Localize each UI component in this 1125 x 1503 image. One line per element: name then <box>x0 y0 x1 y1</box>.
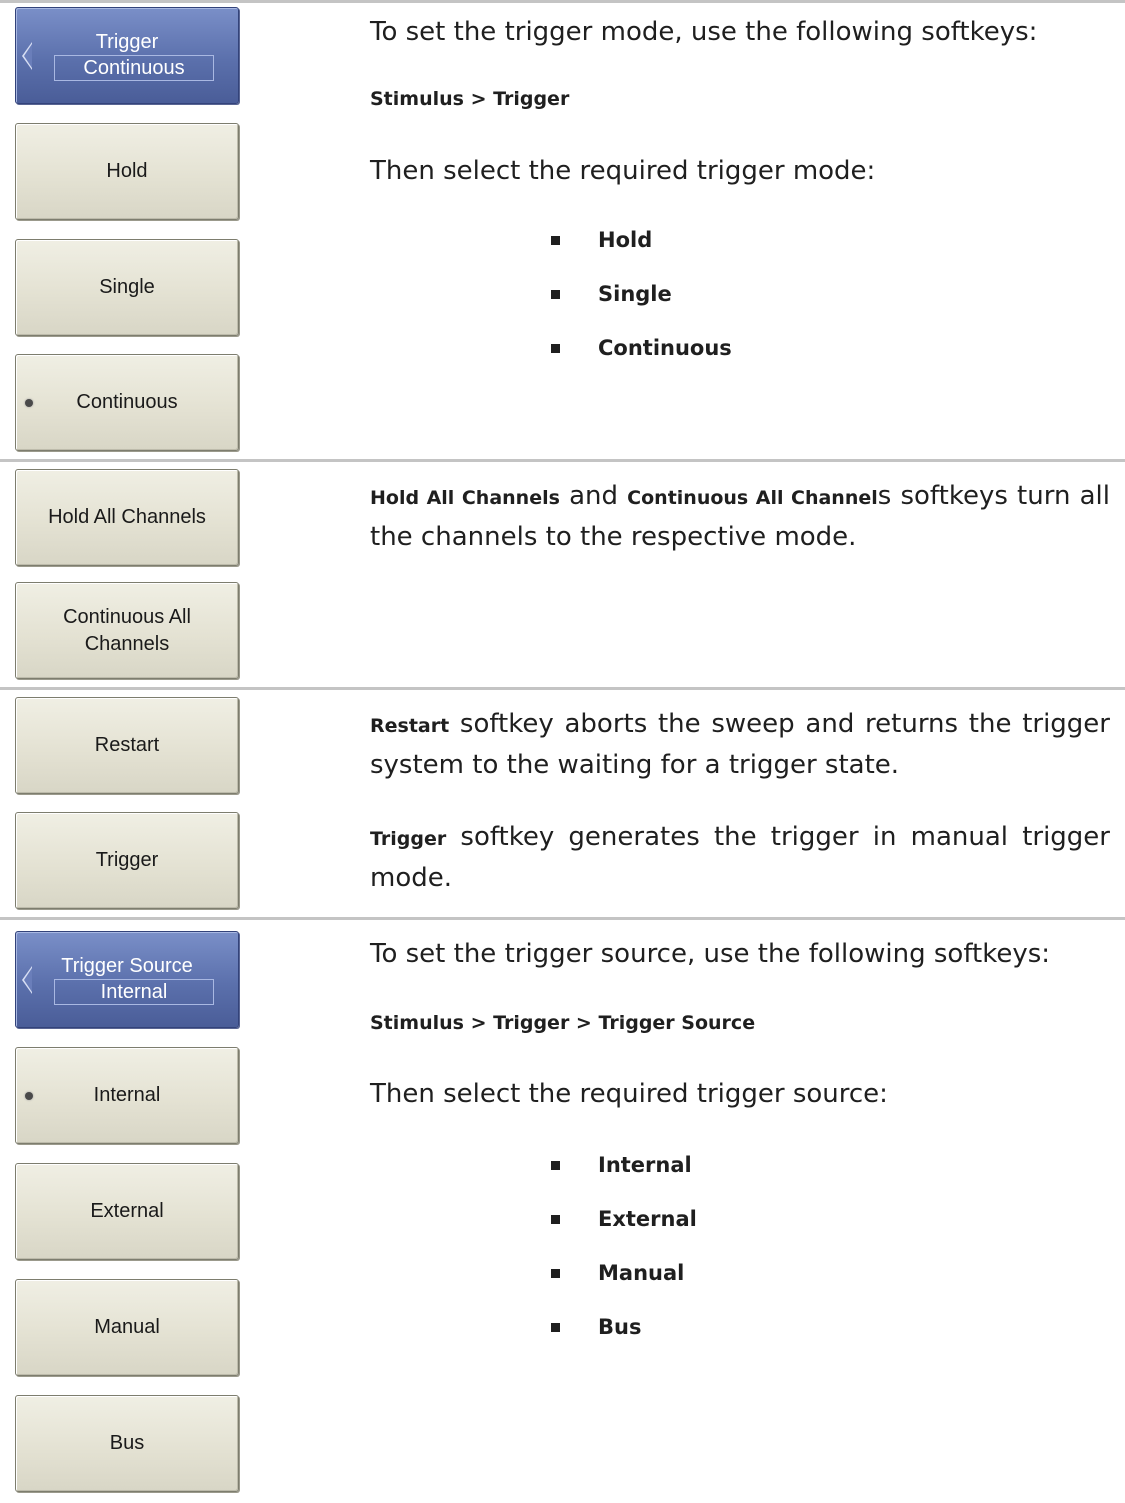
list-item: Bus <box>551 1315 641 1339</box>
manual-softkey[interactable]: Manual <box>15 1279 239 1376</box>
back-arrow-icon <box>22 41 32 70</box>
internal-softkey[interactable]: Internal <box>15 1047 239 1144</box>
softkey-label: Internal <box>93 1084 161 1106</box>
list-item: Manual <box>551 1261 684 1285</box>
section-divider <box>0 687 1125 690</box>
trigger-description: Trigger softkey generates the trigger in… <box>370 822 1110 893</box>
list-item: External <box>551 1207 697 1231</box>
list-item: Hold <box>551 228 652 252</box>
section-divider <box>0 917 1125 920</box>
trigger-mode-instruction: Then select the required trigger mode: <box>370 156 876 186</box>
trigger-source-intro: To set the trigger source, use the follo… <box>370 939 1051 969</box>
trigger-source-instruction: Then select the required trigger source: <box>370 1079 888 1109</box>
selected-dot-icon <box>25 398 33 407</box>
softkey-label: External <box>90 1200 164 1222</box>
bullet-icon <box>551 289 560 299</box>
all-channels-description: Hold All Channels and Continuous All Cha… <box>370 481 1110 552</box>
bullet-icon <box>551 235 560 245</box>
softkey-label: Single <box>99 276 155 298</box>
softkey-label: Restart <box>94 734 160 756</box>
bullet-icon <box>551 1214 560 1224</box>
softkey-label: Continuous All Channels <box>63 605 191 655</box>
softkey-label: Continuous <box>76 391 178 413</box>
section-divider <box>0 0 1125 3</box>
softkey-label: Manual <box>94 1316 160 1338</box>
trigger-header-softkey[interactable]: Trigger Continuous <box>15 7 239 104</box>
list-item: Internal <box>551 1153 692 1177</box>
bus-softkey[interactable]: Bus <box>15 1395 239 1492</box>
softkey-label: Hold All Channels <box>48 506 206 528</box>
menu-path: Stimulus > Trigger <box>370 88 570 110</box>
softkey-value: Internal <box>54 978 214 1005</box>
softkey-label: Bus <box>109 1432 145 1454</box>
softkey-title: Trigger <box>95 30 159 53</box>
hold-all-channels-softkey[interactable]: Hold All Channels <box>15 469 239 566</box>
hold-softkey[interactable]: Hold <box>15 123 239 220</box>
single-softkey[interactable]: Single <box>15 239 239 336</box>
bullet-icon <box>551 1160 560 1170</box>
softkey-title: Trigger Source <box>61 954 193 977</box>
softkey-label: Hold <box>106 160 148 182</box>
bullet-icon <box>551 1268 560 1278</box>
continuous-all-channels-softkey[interactable]: Continuous All Channels <box>15 582 239 679</box>
list-item: Single <box>551 282 672 306</box>
trigger-softkey[interactable]: Trigger <box>15 812 239 909</box>
bullet-icon <box>551 343 560 353</box>
trigger-mode-intro: To set the trigger mode, use the followi… <box>370 17 1038 47</box>
softkey-value: Continuous <box>54 54 214 81</box>
back-arrow-icon <box>22 965 32 994</box>
selected-dot-icon <box>25 1091 33 1100</box>
list-item: Continuous <box>551 336 732 360</box>
external-softkey[interactable]: External <box>15 1163 239 1260</box>
softkey-label: Trigger <box>95 849 159 871</box>
trigger-source-header-softkey[interactable]: Trigger Source Internal <box>15 931 239 1028</box>
continuous-softkey[interactable]: Continuous <box>15 354 239 451</box>
restart-softkey[interactable]: Restart <box>15 697 239 794</box>
bullet-icon <box>551 1322 560 1332</box>
section-divider <box>0 459 1125 462</box>
menu-path: Stimulus > Trigger > Trigger Source <box>370 1012 756 1034</box>
restart-description: Restart softkey aborts the sweep and ret… <box>370 709 1110 780</box>
